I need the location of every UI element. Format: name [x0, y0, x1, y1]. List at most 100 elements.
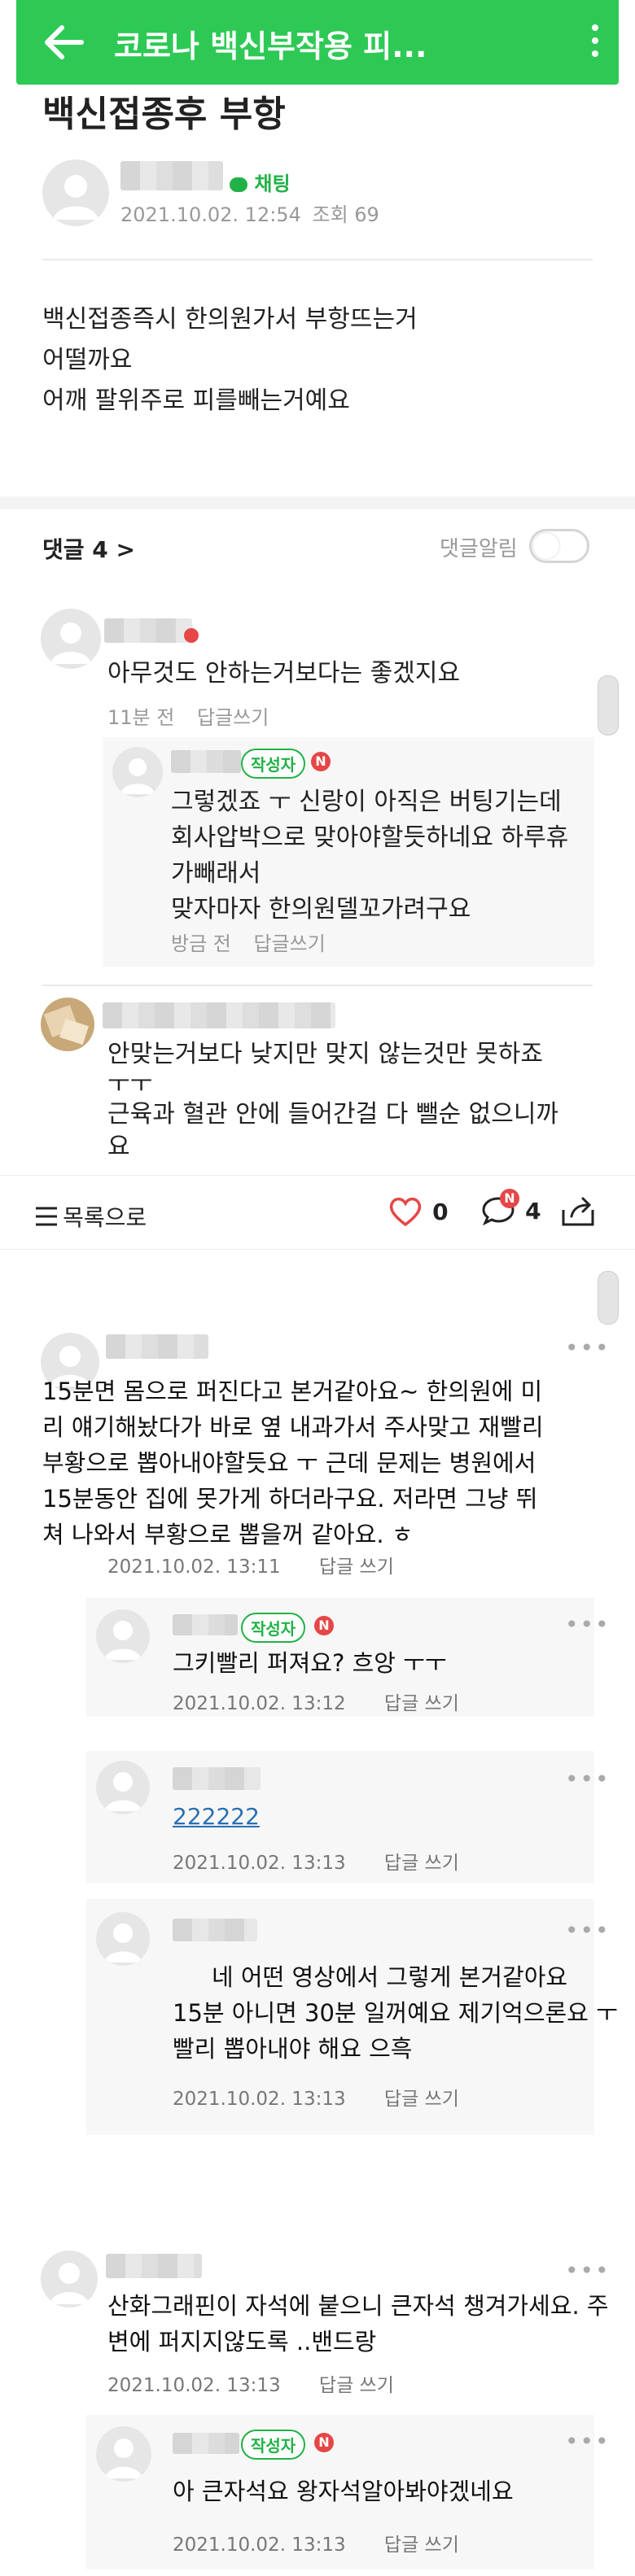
commenter-avatar-small[interactable] — [96, 1912, 150, 1966]
reply-line: 15분 아니면 30분 일꺼예요 제기억으론요 ㅜ — [173, 1999, 618, 2027]
reply-text: 아 큰자석요 왕자석알아봐야겠네요 — [173, 2478, 514, 2505]
comment-meta: 2021.10.02. 13:13 답글 쓰기 — [107, 2369, 394, 2397]
commenter-avatar-small[interactable] — [96, 1761, 150, 1814]
reply-text: 그키빨리 퍼져요? 흐앙 ㅜㅜ — [173, 1649, 447, 1677]
comment-count-link[interactable]: 댓글 4 > — [42, 532, 135, 565]
list-icon — [36, 1207, 57, 1226]
comment-date: 2021.10.02. 13:13 — [107, 2375, 281, 2396]
commenter-name-blurred[interactable] — [103, 1002, 335, 1028]
section-divider — [0, 496, 635, 509]
chat-button[interactable]: 채팅 — [230, 168, 291, 196]
comment-line: 요 — [107, 1133, 130, 1161]
new-badge: N — [314, 2433, 334, 2452]
scroll-handle[interactable] — [598, 1271, 619, 1325]
author-badge: 작성자 — [241, 2430, 306, 2460]
comment-text: 아무것도 안하는거보다는 좋겠지요 — [107, 659, 461, 688]
comment-meta: 2021.10.02. 13:11 답글 쓰기 — [107, 1551, 394, 1578]
commenter-avatar[interactable] — [41, 2251, 98, 2307]
reply-link[interactable]: 답글 쓰기 — [384, 2535, 459, 2556]
reply-link[interactable]: 답글 쓰기 — [319, 1557, 394, 1578]
commenter-avatar[interactable] — [41, 998, 94, 1051]
author-avatar-small[interactable] — [112, 747, 163, 797]
commenter-avatar[interactable] — [41, 609, 101, 669]
reply-date: 2021.10.02. 13:13 — [173, 2535, 346, 2556]
reply-meta: 2021.10.02. 13:13 답글 쓰기 — [173, 2083, 459, 2111]
more-icon[interactable]: ••• — [565, 1766, 611, 1792]
reply-link[interactable]: 답글 쓰기 — [319, 2375, 394, 2396]
heart-icon — [389, 1197, 422, 1227]
reply-meta: 2021.10.02. 13:13 답글 쓰기 — [173, 1847, 459, 1875]
comment-line: 안맞는거보다 낮지만 맞지 않는것만 못하죠 — [107, 1040, 543, 1068]
reply-link[interactable]: 답글쓰기 — [254, 932, 326, 955]
divider — [42, 985, 593, 986]
app-bar: 코로나 백신부작용 피... — [16, 0, 619, 85]
post-date: 2021.10.02. 12:54 — [120, 203, 301, 226]
more-icon[interactable]: ••• — [565, 1917, 611, 1944]
app-bar-title: 코로나 백신부작용 피... — [114, 28, 427, 64]
author-avatar-small[interactable] — [96, 2426, 151, 2482]
comment-count: 4 — [525, 1197, 541, 1225]
divider — [42, 259, 593, 260]
reply-link[interactable]: 답글쓰기 — [197, 706, 269, 729]
comment-line: 15분동안 집에 못가게 하더라구요. 저라면 그냥 뛰 — [42, 1485, 538, 1513]
comment-line: 리 얘기해놨다가 바로 옆 내과가서 주사맞고 재빨리 — [42, 1413, 544, 1441]
back-arrow-icon[interactable] — [41, 20, 86, 65]
like-button[interactable]: 0 — [388, 1195, 449, 1228]
author-name-blurred[interactable] — [171, 750, 241, 773]
reply-date: 2021.10.02. 13:12 — [173, 1693, 346, 1714]
commenter-name-blurred[interactable] — [106, 2254, 202, 2278]
reply-meta: 2021.10.02. 13:13 답글 쓰기 — [173, 2529, 459, 2556]
scroll-handle[interactable] — [598, 675, 619, 736]
reply-line: 그렇겠죠 ㅜ 신랑이 아직은 버팅기는데 — [171, 788, 562, 816]
reply-time: 방금 전 — [171, 932, 231, 955]
bottom-action-bar: 목록으로 0 N 4 — [0, 1175, 635, 1250]
chat-icon — [230, 177, 247, 192]
comment-line: 변에 퍼지지않도록 ..밴드랑 — [107, 2328, 377, 2356]
reply-text: 네 어떤 영상에서 그렇게 본거같아요 15분 아니면 30분 일꺼예요 제기억… — [173, 1959, 618, 2067]
reply-link[interactable]: 답글 쓰기 — [384, 1853, 459, 1874]
reply-line: 가빼래서 — [171, 859, 261, 888]
author-name-blurred[interactable] — [173, 2433, 239, 2454]
reply-line: 네 어떤 영상에서 그렇게 본거같아요 — [212, 1963, 568, 1991]
more-icon[interactable]: ••• — [565, 1611, 611, 1638]
author-name-blurred[interactable] — [120, 161, 223, 190]
author-badge: 작성자 — [241, 1613, 306, 1643]
chat-label: 채팅 — [254, 172, 291, 195]
post-body-line: 어떨까요 — [42, 346, 133, 374]
comment-text: 15분면 몸으로 퍼진다고 본거같아요~ 한의원에 미 리 얘기해놨다가 바로 … — [42, 1373, 544, 1552]
comment-notify-label: 댓글알림 — [440, 537, 518, 561]
new-badge: N — [314, 1616, 334, 1635]
comment-new-badge: N — [500, 1189, 519, 1208]
comment-line: 15분면 몸으로 퍼진다고 본거같아요~ 한의원에 미 — [42, 1378, 543, 1405]
author-name-blurred[interactable] — [173, 1614, 238, 1635]
comment-notify-toggle[interactable] — [529, 529, 589, 563]
post-body: 백신접종즉시 한의원가서 부항뜨는거 어떨까요 어깨 팔위주로 피를빼는거예요 — [42, 299, 418, 421]
reply-link[interactable]: 답글 쓰기 — [384, 1693, 459, 1714]
comment-text: 산화그래핀이 자석에 붙으니 큰자석 챙겨가세요. 주 변에 퍼지지않도록 ..… — [107, 2288, 609, 2360]
reply-meta: 2021.10.02. 13:12 답글 쓰기 — [173, 1687, 459, 1715]
commenter-name-blurred[interactable] — [173, 1919, 257, 1941]
comment-button[interactable]: N 4 — [480, 1189, 541, 1228]
post-title: 백신접종후 부항 — [42, 94, 286, 135]
comment-line: 부황으로 뽑아내야할듯요 ㅜ 근데 문제는 병원에서 — [42, 1449, 536, 1477]
author-avatar-small[interactable] — [96, 1609, 150, 1663]
comment-line: 근육과 혈관 안에 들어간걸 다 뺄순 없으니까 — [107, 1100, 559, 1129]
kebab-menu-icon[interactable] — [589, 24, 601, 62]
more-icon[interactable]: ••• — [565, 2257, 611, 2284]
author-avatar[interactable] — [42, 159, 109, 226]
list-button[interactable]: 목록으로 — [34, 1200, 147, 1233]
commenter-name-blurred[interactable] — [106, 1334, 208, 1359]
like-count: 0 — [432, 1198, 449, 1225]
more-icon[interactable]: ••• — [565, 1334, 611, 1361]
comment-time: 11분 전 — [107, 706, 175, 729]
more-icon[interactable]: ••• — [565, 2428, 611, 2455]
share-icon[interactable] — [560, 1195, 596, 1228]
commenter-name-blurred[interactable] — [173, 1767, 261, 1790]
reply-link[interactable]: 답글 쓰기 — [384, 2089, 459, 2110]
reply-date: 2021.10.02. 13:13 — [173, 2089, 346, 2110]
comment-line: 쳐 나와서 부황으로 뽑을꺼 같아요. ㅎ — [42, 1521, 414, 1548]
reply-link-text[interactable]: 222222 — [173, 1803, 260, 1830]
comment-text: 안맞는거보다 낮지만 맞지 않는것만 못하죠 ㅜㅜ 근육과 혈관 안에 들어간걸… — [107, 1037, 558, 1162]
comment-date: 2021.10.02. 13:11 — [107, 1557, 281, 1578]
commenter-name-blurred[interactable] — [104, 618, 192, 643]
